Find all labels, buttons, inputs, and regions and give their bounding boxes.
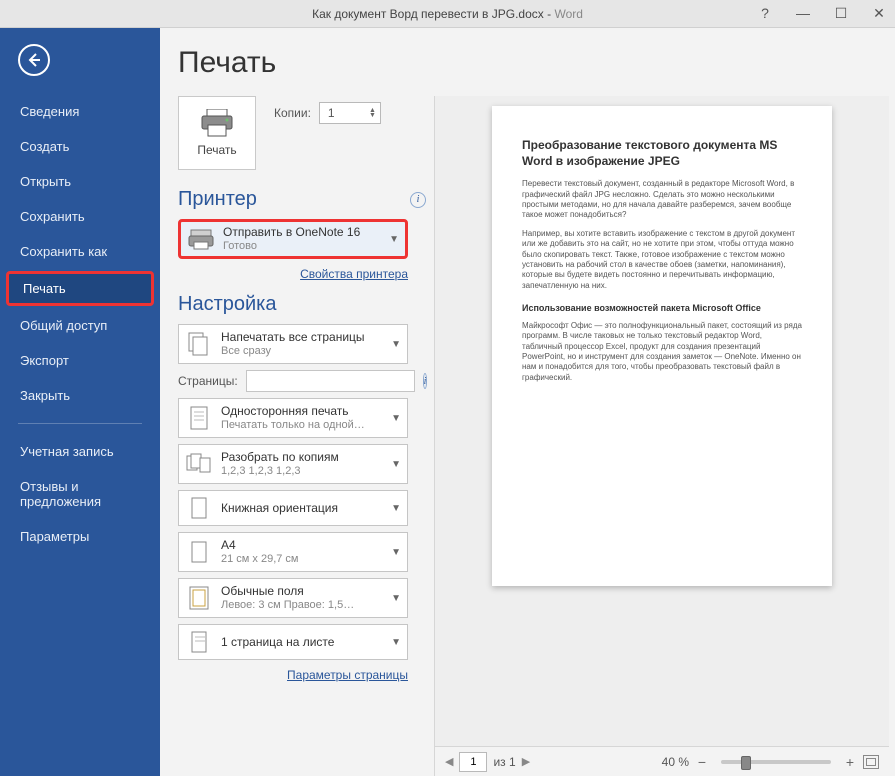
preview-h1: Преобразование текстового документа MS W… bbox=[522, 138, 802, 169]
minimize-button[interactable]: — bbox=[795, 5, 811, 22]
paper-icon bbox=[185, 538, 213, 566]
sidebar-separator bbox=[18, 423, 142, 424]
sidebar-item-save[interactable]: Сохранить bbox=[0, 199, 160, 234]
pages-info-icon[interactable]: i bbox=[423, 373, 428, 389]
one-sided-icon bbox=[185, 404, 213, 432]
sidebar-item-close[interactable]: Закрыть bbox=[0, 378, 160, 413]
copies-spinner[interactable]: 1 ▲▼ bbox=[319, 102, 381, 124]
page-number-input[interactable] bbox=[459, 752, 487, 772]
titlebar: Как документ Ворд перевести в JPG.docx -… bbox=[0, 0, 895, 28]
per-sheet-icon bbox=[185, 628, 213, 656]
sidebar-item-info[interactable]: Сведения bbox=[0, 94, 160, 129]
backstage-sidebar: Сведения Создать Открыть Сохранить Сохра… bbox=[0, 28, 160, 776]
sidebar-item-open[interactable]: Открыть bbox=[0, 164, 160, 199]
copies-label: Копии: bbox=[274, 106, 311, 120]
sidebar-item-account[interactable]: Учетная запись bbox=[0, 434, 160, 469]
paper-title: A4 bbox=[221, 538, 383, 553]
print-backstage: Печать Печать Копии: bbox=[160, 28, 895, 776]
paper-sub: 21 см x 29,7 см bbox=[221, 553, 383, 567]
printer-icon bbox=[200, 109, 234, 137]
zoom-label: 40 % bbox=[662, 755, 689, 769]
prev-page-button[interactable]: ◀ bbox=[445, 755, 453, 768]
sides-sub: Печатать только на одной… bbox=[221, 419, 383, 433]
page-setup-link[interactable]: Параметры страницы bbox=[287, 668, 408, 682]
margins-dropdown[interactable]: Обычные поля Левое: 3 см Правое: 1,5… ▼ bbox=[178, 578, 408, 618]
maximize-button[interactable]: ☐ bbox=[833, 5, 849, 22]
pages-input[interactable] bbox=[246, 370, 415, 392]
print-range-sub: Все сразу bbox=[221, 345, 383, 359]
spinner-arrows-icon[interactable]: ▲▼ bbox=[369, 108, 376, 118]
pages-icon bbox=[185, 330, 213, 358]
pages-label: Страницы: bbox=[178, 374, 238, 388]
margins-sub: Левое: 3 см Правое: 1,5… bbox=[221, 599, 383, 613]
sides-title: Односторонняя печать bbox=[221, 404, 383, 419]
sidebar-item-print[interactable]: Печать bbox=[6, 271, 154, 306]
caret-down-icon: ▼ bbox=[391, 503, 401, 514]
print-preview: Преобразование текстового документа MS W… bbox=[434, 96, 889, 746]
back-button[interactable] bbox=[18, 44, 50, 76]
sidebar-item-share[interactable]: Общий доступ bbox=[0, 308, 160, 343]
print-button-label: Печать bbox=[197, 143, 236, 157]
help-button[interactable]: ? bbox=[757, 5, 773, 22]
close-button[interactable]: ✕ bbox=[871, 5, 887, 22]
caret-down-icon: ▼ bbox=[389, 234, 399, 245]
caret-down-icon: ▼ bbox=[391, 593, 401, 604]
collate-title: Разобрать по копиям bbox=[221, 450, 383, 465]
app-name: Word bbox=[554, 7, 582, 21]
copies-value: 1 bbox=[328, 106, 335, 120]
collate-icon bbox=[185, 450, 213, 478]
zoom-in-button[interactable]: + bbox=[843, 754, 857, 770]
preview-page: Преобразование текстового документа MS W… bbox=[492, 106, 832, 586]
caret-down-icon: ▼ bbox=[391, 459, 401, 470]
zoom-to-page-button[interactable] bbox=[863, 755, 879, 769]
margins-icon bbox=[185, 584, 213, 612]
sidebar-item-options[interactable]: Параметры bbox=[0, 519, 160, 554]
caret-down-icon: ▼ bbox=[391, 637, 401, 648]
preview-h2: Использование возможностей пакета Micros… bbox=[522, 303, 802, 315]
zoom-slider[interactable] bbox=[721, 760, 831, 764]
per-sheet-dropdown[interactable]: 1 страница на листе ▼ bbox=[178, 624, 408, 660]
preview-p3: Майкрософт Офис — это полнофункциональны… bbox=[522, 321, 802, 383]
printer-info-icon[interactable]: i bbox=[410, 192, 426, 208]
printer-dropdown[interactable]: Отправить в OneNote 16 Готово ▼ bbox=[178, 219, 408, 259]
arrow-left-icon bbox=[26, 52, 42, 68]
caret-down-icon: ▼ bbox=[391, 413, 401, 424]
collate-dropdown[interactable]: Разобрать по копиям 1,2,3 1,2,3 1,2,3 ▼ bbox=[178, 444, 408, 484]
printer-status: Готово bbox=[223, 240, 381, 254]
orientation-title: Книжная ориентация bbox=[221, 501, 383, 516]
sidebar-item-export[interactable]: Экспорт bbox=[0, 343, 160, 378]
next-page-button[interactable]: ▶ bbox=[522, 755, 530, 768]
preview-footer: ◀ из 1 ▶ 40 % − + bbox=[434, 746, 889, 776]
page-of-label: из 1 bbox=[493, 755, 515, 769]
portrait-icon bbox=[185, 494, 213, 522]
print-range-title: Напечатать все страницы bbox=[221, 330, 383, 345]
sidebar-item-feedback[interactable]: Отзывы и предложения bbox=[0, 469, 160, 519]
print-button[interactable]: Печать bbox=[178, 96, 256, 170]
per-sheet-title: 1 страница на листе bbox=[221, 635, 383, 650]
print-range-dropdown[interactable]: Напечатать все страницы Все сразу ▼ bbox=[178, 324, 408, 364]
caret-down-icon: ▼ bbox=[391, 547, 401, 558]
sides-dropdown[interactable]: Односторонняя печать Печатать только на … bbox=[178, 398, 408, 438]
margins-title: Обычные поля bbox=[221, 584, 383, 599]
collate-sub: 1,2,3 1,2,3 1,2,3 bbox=[221, 465, 383, 479]
sidebar-item-new[interactable]: Создать bbox=[0, 129, 160, 164]
printer-heading: Принтер bbox=[178, 188, 257, 211]
zoom-out-button[interactable]: − bbox=[695, 754, 709, 770]
printer-properties-link[interactable]: Свойства принтера bbox=[300, 267, 408, 281]
page-title: Печать bbox=[178, 46, 889, 80]
printer-device-icon bbox=[187, 225, 215, 253]
orientation-dropdown[interactable]: Книжная ориентация ▼ bbox=[178, 490, 408, 526]
paper-dropdown[interactable]: A4 21 см x 29,7 см ▼ bbox=[178, 532, 408, 572]
preview-p1: Перевести текстовый документ, созданный … bbox=[522, 179, 802, 221]
doc-title: Как документ Ворд перевести в JPG.docx bbox=[312, 7, 544, 21]
preview-p2: Например, вы хотите вставить изображение… bbox=[522, 229, 802, 291]
settings-heading: Настройка bbox=[178, 293, 276, 316]
caret-down-icon: ▼ bbox=[391, 339, 401, 350]
sidebar-item-saveas[interactable]: Сохранить как bbox=[0, 234, 160, 269]
printer-name: Отправить в OneNote 16 bbox=[223, 225, 381, 240]
